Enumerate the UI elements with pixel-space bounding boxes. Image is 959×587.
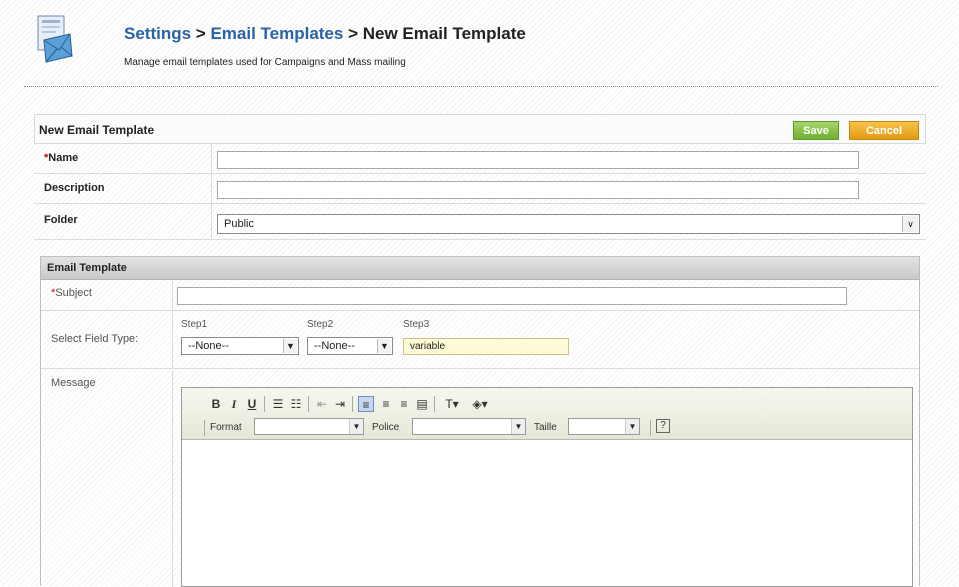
align-right-icon[interactable]: ≡ bbox=[396, 396, 412, 412]
page-header: Settings > Email Templates > New Email T… bbox=[28, 10, 938, 90]
folder-label: Folder bbox=[34, 204, 212, 239]
step3-variable-field[interactable]: variable bbox=[403, 338, 569, 355]
page-subtitle: Manage email templates used for Campaign… bbox=[124, 57, 406, 68]
background-color-icon[interactable]: ◈▾ bbox=[468, 396, 492, 412]
underline-button[interactable]: U bbox=[244, 396, 260, 412]
chevron-down-icon[interactable]: ∨ bbox=[902, 216, 918, 232]
chevron-down-icon[interactable]: ▼ bbox=[625, 419, 639, 434]
name-label: *Name bbox=[34, 144, 212, 173]
message-label: Message bbox=[41, 371, 173, 587]
text-color-icon[interactable]: T▾ bbox=[440, 396, 464, 412]
toolbar-separator bbox=[308, 396, 309, 412]
email-template-header: Email Template bbox=[41, 257, 919, 280]
format-label: Format bbox=[210, 422, 242, 433]
toolbar-separator bbox=[650, 420, 651, 436]
field-type-label: Select Field Type: bbox=[41, 311, 173, 368]
editor-toolbar: B I U ☰ ☷ ⇤ ⇥ ≡ ≡ ≡ ▤ T▾ ◈▾ Format ▼ Pol… bbox=[182, 388, 912, 440]
step2-label: Step2 bbox=[307, 319, 334, 330]
toolbar-separator bbox=[352, 396, 353, 412]
chevron-down-icon[interactable]: ▼ bbox=[349, 419, 363, 434]
folder-select[interactable]: Public ∨ bbox=[217, 214, 920, 234]
form-header: New Email Template Save Cancel bbox=[34, 114, 926, 144]
name-row: *Name bbox=[34, 144, 926, 174]
subject-row: *Subject bbox=[41, 281, 919, 311]
outdent-icon[interactable]: ⇤ bbox=[314, 396, 330, 412]
email-template-section: Email Template *Subject Select Field Typ… bbox=[40, 256, 920, 587]
new-template-form: New Email Template Save Cancel *Name Des… bbox=[34, 114, 926, 587]
cancel-button[interactable]: Cancel bbox=[849, 121, 919, 140]
justify-icon[interactable]: ▤ bbox=[414, 396, 430, 412]
subject-label-text: Subject bbox=[55, 287, 92, 299]
folder-selected-value: Public bbox=[224, 218, 254, 230]
step2-selected-value: --None-- bbox=[314, 340, 355, 352]
subject-field[interactable] bbox=[177, 287, 847, 305]
bold-button[interactable]: B bbox=[208, 396, 224, 412]
align-left-icon[interactable]: ≡ bbox=[358, 396, 374, 412]
toolbar-separator bbox=[264, 396, 265, 412]
description-label: Description bbox=[34, 174, 212, 203]
chevron-down-icon[interactable]: ▼ bbox=[377, 339, 391, 353]
description-row: Description bbox=[34, 174, 926, 204]
indent-icon[interactable]: ⇥ bbox=[332, 396, 348, 412]
breadcrumb-separator: > bbox=[343, 24, 363, 43]
chevron-down-icon[interactable]: ▼ bbox=[511, 419, 525, 434]
numbered-list-icon[interactable]: ☰ bbox=[270, 396, 286, 412]
description-field[interactable] bbox=[217, 181, 859, 199]
font-select[interactable]: ▼ bbox=[412, 418, 526, 435]
message-editor[interactable]: B I U ☰ ☷ ⇤ ⇥ ≡ ≡ ≡ ▤ T▾ ◈▾ Format ▼ Pol… bbox=[181, 387, 913, 587]
name-field[interactable] bbox=[217, 151, 859, 169]
field-type-row: Select Field Type: Step1 Step2 Step3 --N… bbox=[41, 311, 919, 369]
name-label-text: Name bbox=[48, 152, 79, 164]
step1-select[interactable]: --None-- ▼ bbox=[181, 337, 299, 355]
italic-button[interactable]: I bbox=[226, 396, 242, 412]
message-body[interactable] bbox=[182, 440, 912, 586]
breadcrumb-email-templates-link[interactable]: Email Templates bbox=[210, 24, 343, 43]
breadcrumb-settings-link[interactable]: Settings bbox=[124, 24, 191, 43]
toolbar-separator bbox=[204, 420, 205, 436]
email-template-icon bbox=[37, 15, 73, 63]
chevron-down-icon[interactable]: ▼ bbox=[283, 339, 297, 353]
step1-label: Step1 bbox=[181, 319, 208, 330]
save-button[interactable]: Save bbox=[793, 121, 839, 140]
format-select[interactable]: ▼ bbox=[254, 418, 364, 435]
step2-select[interactable]: --None-- ▼ bbox=[307, 337, 393, 355]
step3-label: Step3 bbox=[403, 319, 430, 330]
header-divider bbox=[24, 86, 938, 87]
size-label: Taille bbox=[534, 422, 557, 433]
page-title: New Email Template bbox=[362, 24, 526, 43]
breadcrumb-separator: > bbox=[191, 24, 211, 43]
breadcrumb: Settings > Email Templates > New Email T… bbox=[124, 24, 526, 44]
email-template-title: Email Template bbox=[47, 262, 127, 274]
form-title: New Email Template bbox=[39, 123, 155, 137]
step1-selected-value: --None-- bbox=[188, 340, 229, 352]
size-select[interactable]: ▼ bbox=[568, 418, 640, 435]
font-label: Police bbox=[372, 422, 400, 433]
align-center-icon[interactable]: ≡ bbox=[378, 396, 394, 412]
bulleted-list-icon[interactable]: ☷ bbox=[288, 396, 304, 412]
help-icon[interactable]: ? bbox=[656, 419, 670, 433]
toolbar-separator bbox=[434, 396, 435, 412]
folder-row: Folder Public ∨ bbox=[34, 204, 926, 240]
subject-label: *Subject bbox=[41, 281, 173, 310]
